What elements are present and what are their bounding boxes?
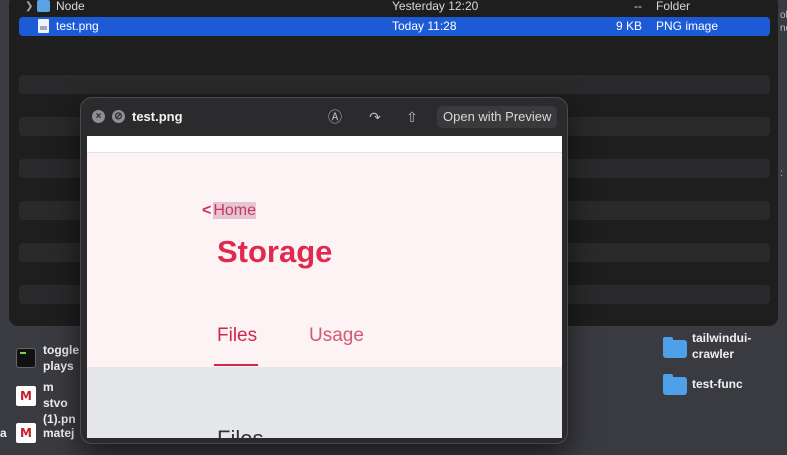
file-row-test-png[interactable]: test.png Today 11:28 9 KB PNG image bbox=[19, 17, 770, 36]
desktop-item-prefix: a bbox=[0, 426, 7, 440]
desktop-item-label[interactable]: m stvo (1).pn bbox=[43, 379, 80, 427]
m-file-icon[interactable]: M bbox=[16, 423, 36, 443]
folder-icon[interactable] bbox=[663, 374, 687, 395]
terminal-icon[interactable] bbox=[16, 348, 36, 368]
share-icon[interactable]: ⇧ bbox=[402, 107, 422, 127]
clipped-text: : bbox=[780, 168, 783, 179]
file-date: Yesterday 12:20 bbox=[392, 0, 479, 13]
active-tab-underline bbox=[214, 364, 258, 366]
back-link-label: Home bbox=[213, 202, 257, 219]
page-title: Storage bbox=[217, 234, 333, 269]
quicklook-panel: × ⊘ test.png Ⓐ ↷ ⇧ Open with Preview < Ho… bbox=[80, 97, 568, 444]
folder-icon bbox=[37, 0, 50, 12]
clipped-text: nc bbox=[780, 23, 787, 34]
clipped-text: ok bbox=[780, 10, 787, 21]
file-size: 9 KB bbox=[615, 19, 642, 33]
file-date: Today 11:28 bbox=[392, 19, 457, 33]
markup-icon[interactable]: Ⓐ bbox=[325, 107, 345, 127]
preview-header-strip bbox=[87, 136, 562, 153]
close-icon[interactable]: × bbox=[92, 110, 105, 123]
quicklook-title: test.png bbox=[132, 109, 183, 124]
back-home-link[interactable]: < Home bbox=[202, 202, 257, 220]
quicklook-toolbar: × ⊘ test.png Ⓐ ↷ ⇧ Open with Preview bbox=[81, 98, 567, 136]
content-area bbox=[87, 367, 562, 438]
disclosure-chevron-icon[interactable]: ❯ bbox=[25, 0, 33, 16]
desktop-left-column: toggle plays M m stvo (1).pn a M matej bbox=[0, 330, 80, 455]
folder-icon[interactable] bbox=[663, 337, 687, 358]
desktop-item-label[interactable]: toggle plays bbox=[43, 342, 79, 374]
image-preview: <Home Storage Files Usage Files bbox=[87, 136, 562, 438]
file-name: test.png bbox=[56, 19, 99, 33]
rotate-icon[interactable]: ↷ bbox=[365, 107, 385, 127]
file-row-node[interactable]: ❯ Node Yesterday 12:20 -- Folder bbox=[19, 0, 770, 16]
desktop-item-label[interactable]: tailwindui- crawler bbox=[692, 330, 751, 362]
section-heading: Files bbox=[217, 426, 263, 438]
file-name: Node bbox=[56, 0, 85, 13]
empty-row bbox=[19, 75, 770, 94]
tab-files[interactable]: Files bbox=[217, 325, 257, 347]
fullscreen-icon[interactable]: ⊘ bbox=[112, 110, 125, 123]
desktop-item-label[interactable]: matej bbox=[43, 425, 74, 441]
m-file-icon[interactable]: M bbox=[16, 386, 36, 406]
png-file-icon bbox=[38, 19, 49, 33]
chevron-left-icon: < bbox=[202, 202, 212, 219]
open-with-preview-button[interactable]: Open with Preview bbox=[437, 106, 558, 128]
file-size: -- bbox=[634, 0, 642, 13]
desktop-item-label[interactable]: test-func bbox=[692, 376, 743, 392]
file-kind: PNG image bbox=[656, 19, 719, 33]
file-kind: Folder bbox=[656, 0, 691, 13]
tab-usage[interactable]: Usage bbox=[309, 325, 364, 347]
